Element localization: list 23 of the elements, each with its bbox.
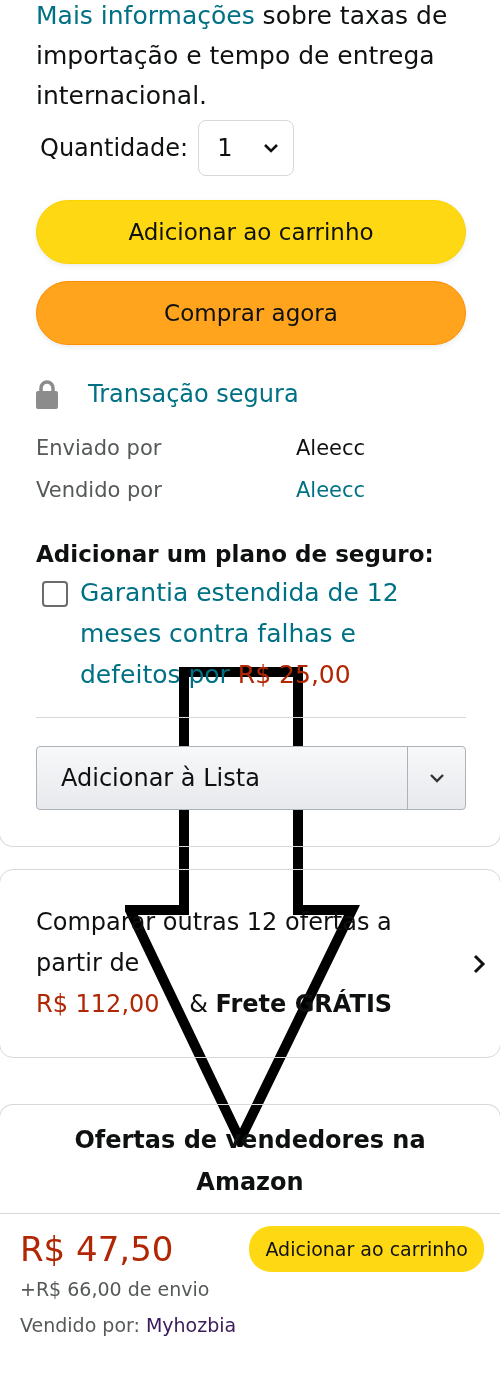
lock-icon bbox=[36, 379, 58, 409]
seller-name: Aleecc bbox=[296, 436, 366, 460]
seller-info-label: Enviado por bbox=[36, 436, 163, 460]
buy-now-button[interactable]: Comprar agora bbox=[36, 281, 466, 345]
offer-price: R$ 47,50 bbox=[20, 1229, 174, 1269]
quantity-select[interactable]: 1 bbox=[198, 120, 295, 176]
import-info-text: Mais informações sobre taxas de importação e tempo de entrega internacional. bbox=[36, 0, 449, 112]
insurance-heading: Adicionar um plano de seguro: bbox=[36, 541, 435, 567]
shipping-cost: +R$ 66,00 de envio bbox=[20, 1278, 211, 1300]
offer-price: R$ 112,00 bbox=[36, 990, 160, 1018]
add-to-cart-button[interactable]: Adicionar ao carrinho bbox=[249, 1226, 484, 1272]
sold-by-label: Vendido por: bbox=[20, 1314, 140, 1336]
chevron-down-icon bbox=[263, 143, 280, 153]
seller-link[interactable]: Myhozbia bbox=[145, 1314, 237, 1336]
more-info-link[interactable]: Mais informações bbox=[36, 1, 255, 30]
chevron-right-icon bbox=[472, 952, 486, 975]
secure-transaction-link[interactable]: Transação segura bbox=[88, 380, 299, 408]
seller-info-label: Vendido por bbox=[36, 478, 163, 502]
add-to-cart-button[interactable]: Adicionar ao carrinho bbox=[36, 200, 466, 264]
checkbox[interactable] bbox=[42, 581, 68, 607]
chevron-down-icon bbox=[428, 773, 445, 783]
seller-link[interactable]: Aleecc bbox=[296, 478, 366, 502]
quantity-label: Quantidade: bbox=[40, 134, 189, 162]
